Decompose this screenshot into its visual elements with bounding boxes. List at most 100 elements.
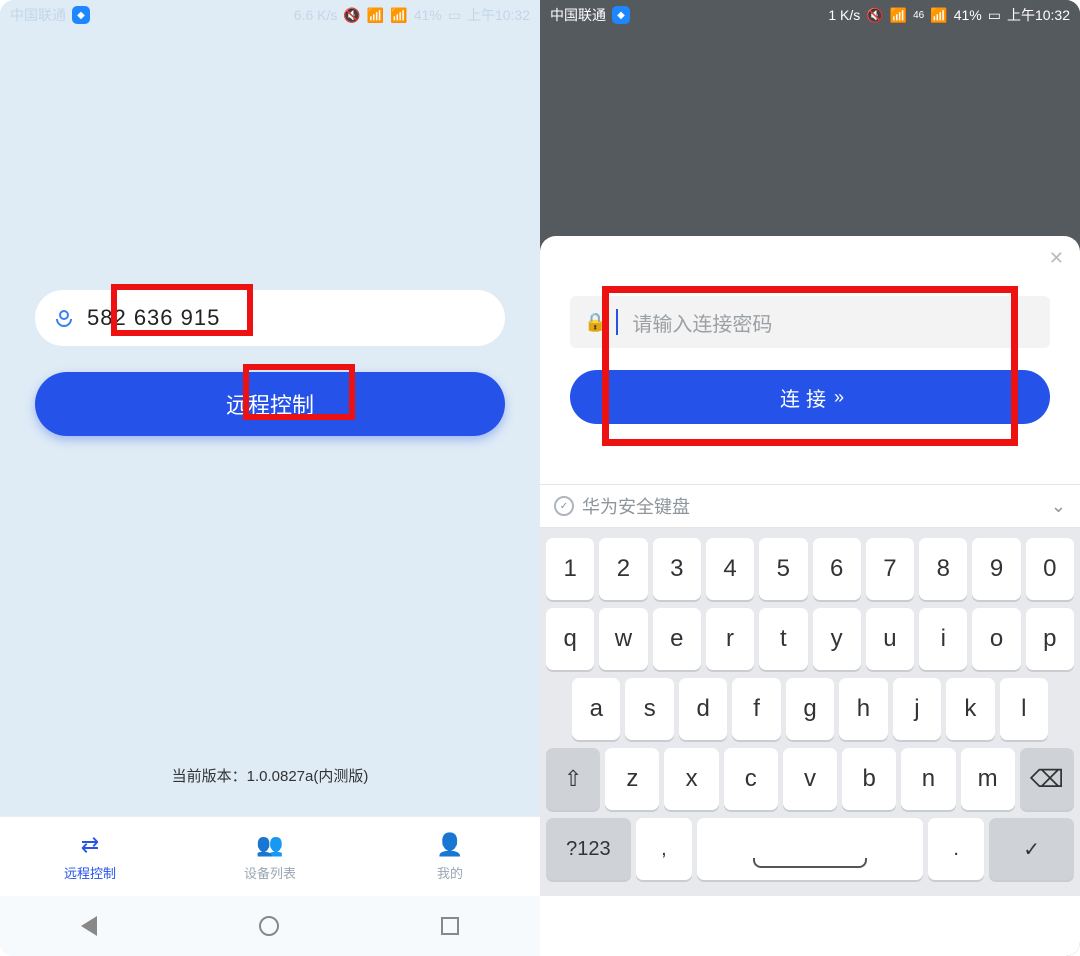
signal-icon: 📶 xyxy=(390,7,407,24)
keyboard-name: 华为安全键盘 xyxy=(582,493,690,519)
key-2[interactable]: 2 xyxy=(599,538,647,600)
battery-label: 41% xyxy=(414,7,442,23)
mute-icon: 🔇 xyxy=(343,7,360,24)
carrier-label: 中国联通 xyxy=(10,5,66,25)
key-g[interactable]: g xyxy=(786,678,834,740)
nav-remote-label: 远程控制 xyxy=(64,863,116,882)
nav-mine-label: 我的 xyxy=(437,863,463,882)
android-nav-bar xyxy=(0,896,540,956)
connect-button[interactable]: 连接 » xyxy=(570,370,1050,424)
key-h[interactable]: h xyxy=(839,678,887,740)
net-speed: 6.6 K/s xyxy=(294,7,338,23)
key-x[interactable]: x xyxy=(664,748,718,810)
key-d[interactable]: d xyxy=(679,678,727,740)
key-4[interactable]: 4 xyxy=(706,538,754,600)
period-label: . xyxy=(953,838,959,861)
recent-button[interactable] xyxy=(441,917,459,935)
chevron-down-icon[interactable]: ⌄ xyxy=(1051,496,1066,517)
status-bar-left: 中国联通 ◆ 6.6 K/s 🔇 📶 📶 41% ▭ 上午10:32 xyxy=(0,0,540,30)
key-5[interactable]: 5 xyxy=(759,538,807,600)
backspace-key[interactable]: ⌫ xyxy=(1020,748,1074,810)
key-v[interactable]: v xyxy=(783,748,837,810)
nav-devices[interactable]: 👥 设备列表 xyxy=(180,817,360,896)
key-p[interactable]: p xyxy=(1026,608,1074,670)
back-button[interactable] xyxy=(81,916,97,936)
nav-devices-label: 设备列表 xyxy=(244,863,296,882)
group-icon: 👥 xyxy=(256,832,283,858)
time-label: 上午10:32 xyxy=(467,5,530,25)
time-label: 上午10:32 xyxy=(1007,5,1070,25)
period-key[interactable]: . xyxy=(928,818,984,880)
person-icon: 👤 xyxy=(436,832,463,858)
key-s[interactable]: s xyxy=(625,678,673,740)
key-z[interactable]: z xyxy=(605,748,659,810)
key-j[interactable]: j xyxy=(893,678,941,740)
status-bar-right: 中国联通 ◆ 1 K/s 🔇 📶 46 📶 41% ▭ 上午10:32 xyxy=(540,0,1080,30)
keyboard-header: ✓ 华为安全键盘 ⌄ xyxy=(540,484,1080,528)
enter-key[interactable]: ✓ xyxy=(989,818,1074,880)
key-w[interactable]: w xyxy=(599,608,647,670)
space-key[interactable] xyxy=(697,818,923,880)
carrier-label: 中国联通 xyxy=(550,5,606,25)
key-i[interactable]: i xyxy=(919,608,967,670)
right-phone-screenshot: 中国联通 ◆ 1 K/s 🔇 📶 46 📶 41% ▭ 上午10:32 ✕ 🔒 xyxy=(540,0,1080,956)
key-0[interactable]: 0 xyxy=(1026,538,1074,600)
key-k[interactable]: k xyxy=(946,678,994,740)
password-input[interactable]: 🔒 请输入连接密码 xyxy=(570,296,1050,348)
chevron-right-icon: » xyxy=(834,387,840,408)
key-6[interactable]: 6 xyxy=(813,538,861,600)
key-1[interactable]: 1 xyxy=(546,538,594,600)
swap-icon: ⇄ xyxy=(81,832,99,858)
comma-key[interactable]: , xyxy=(636,818,692,880)
keyboard-shield-icon: ✓ xyxy=(554,496,574,516)
wifi-icon: 📶 xyxy=(367,7,384,24)
battery-icon: ▭ xyxy=(988,7,1001,24)
key-n[interactable]: n xyxy=(901,748,955,810)
shift-key[interactable]: ⇧ xyxy=(546,748,600,810)
text-cursor xyxy=(616,309,618,335)
user-icon xyxy=(53,306,75,330)
key-c[interactable]: c xyxy=(724,748,778,810)
symbols-label: ?123 xyxy=(566,838,611,861)
key-a[interactable]: a xyxy=(572,678,620,740)
password-placeholder: 请输入连接密码 xyxy=(632,308,772,337)
remote-id-input[interactable]: 582 636 915 xyxy=(35,290,505,346)
comma-label: , xyxy=(661,838,667,861)
wifi-icon: 📶 xyxy=(890,7,907,24)
home-button[interactable] xyxy=(259,916,279,936)
key-b[interactable]: b xyxy=(842,748,896,810)
key-3[interactable]: 3 xyxy=(653,538,701,600)
soft-keyboard: 1234567890 qwertyuiop asdfghjkl ⇧ zxcvbn… xyxy=(540,528,1080,896)
remote-id-value: 582 636 915 xyxy=(87,305,220,331)
key-t[interactable]: t xyxy=(759,608,807,670)
nav-remote[interactable]: ⇄ 远程控制 xyxy=(0,817,180,896)
close-icon[interactable]: ✕ xyxy=(1049,248,1064,269)
key-u[interactable]: u xyxy=(866,608,914,670)
key-7[interactable]: 7 xyxy=(866,538,914,600)
remote-control-button[interactable]: 远程控制 xyxy=(35,372,505,436)
remote-control-label: 远程控制 xyxy=(226,388,314,420)
lock-icon: 🔒 xyxy=(584,312,606,333)
battery-label: 41% xyxy=(954,7,982,23)
key-o[interactable]: o xyxy=(972,608,1020,670)
bottom-nav: ⇄ 远程控制 👥 设备列表 👤 我的 xyxy=(0,816,540,896)
signal-tag: 46 xyxy=(913,10,924,21)
key-y[interactable]: y xyxy=(813,608,861,670)
key-e[interactable]: e xyxy=(653,608,701,670)
password-sheet: ✕ 🔒 请输入连接密码 连接 » ✓ xyxy=(540,236,1080,956)
nav-mine[interactable]: 👤 我的 xyxy=(360,817,540,896)
signal-icon: 📶 xyxy=(930,7,947,24)
key-8[interactable]: 8 xyxy=(919,538,967,600)
battery-icon: ▭ xyxy=(448,7,461,24)
key-q[interactable]: q xyxy=(546,608,594,670)
key-r[interactable]: r xyxy=(706,608,754,670)
left-phone-screenshot: 中国联通 ◆ 6.6 K/s 🔇 📶 📶 41% ▭ 上午10:32 582 6… xyxy=(0,0,540,956)
shield-icon: ◆ xyxy=(72,6,90,24)
key-l[interactable]: l xyxy=(1000,678,1048,740)
symbols-key[interactable]: ?123 xyxy=(546,818,631,880)
key-9[interactable]: 9 xyxy=(972,538,1020,600)
key-m[interactable]: m xyxy=(961,748,1015,810)
mute-icon: 🔇 xyxy=(866,7,883,24)
shield-icon: ◆ xyxy=(612,6,630,24)
key-f[interactable]: f xyxy=(732,678,780,740)
